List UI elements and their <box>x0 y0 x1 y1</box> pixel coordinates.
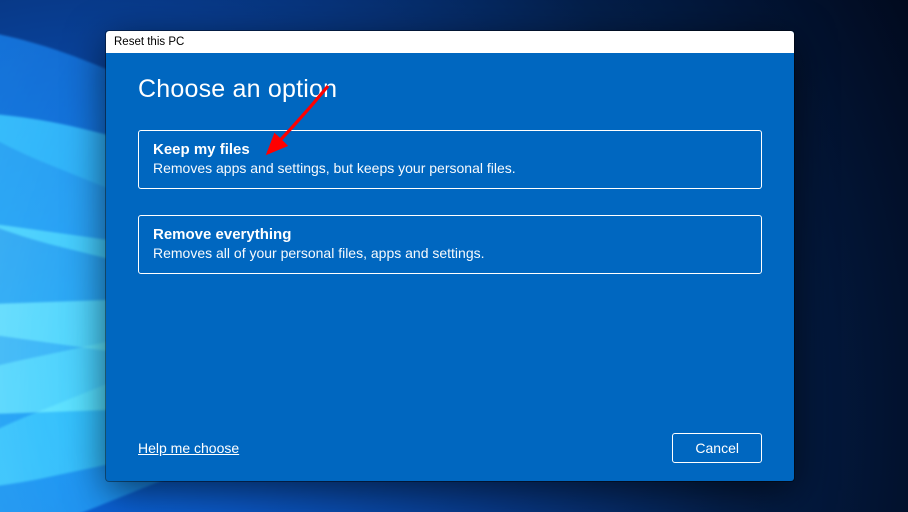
reset-pc-dialog: Reset this PC Choose an option Keep my f… <box>106 31 794 481</box>
option-description: Removes all of your personal files, apps… <box>153 245 747 261</box>
cancel-button[interactable]: Cancel <box>672 433 762 463</box>
dialog-content: Choose an option Keep my files Removes a… <box>106 53 794 481</box>
option-title: Remove everything <box>153 226 747 243</box>
option-description: Removes apps and settings, but keeps you… <box>153 160 747 176</box>
option-remove-everything[interactable]: Remove everything Removes all of your pe… <box>138 215 762 274</box>
option-keep-my-files[interactable]: Keep my files Removes apps and settings,… <box>138 130 762 189</box>
dialog-footer: Help me choose Cancel <box>138 425 762 463</box>
help-me-choose-link[interactable]: Help me choose <box>138 440 239 456</box>
option-title: Keep my files <box>153 141 747 158</box>
window-title: Reset this PC <box>114 36 184 48</box>
titlebar: Reset this PC <box>106 31 794 53</box>
desktop-background: Reset this PC Choose an option Keep my f… <box>0 0 908 512</box>
page-title: Choose an option <box>138 75 762 104</box>
